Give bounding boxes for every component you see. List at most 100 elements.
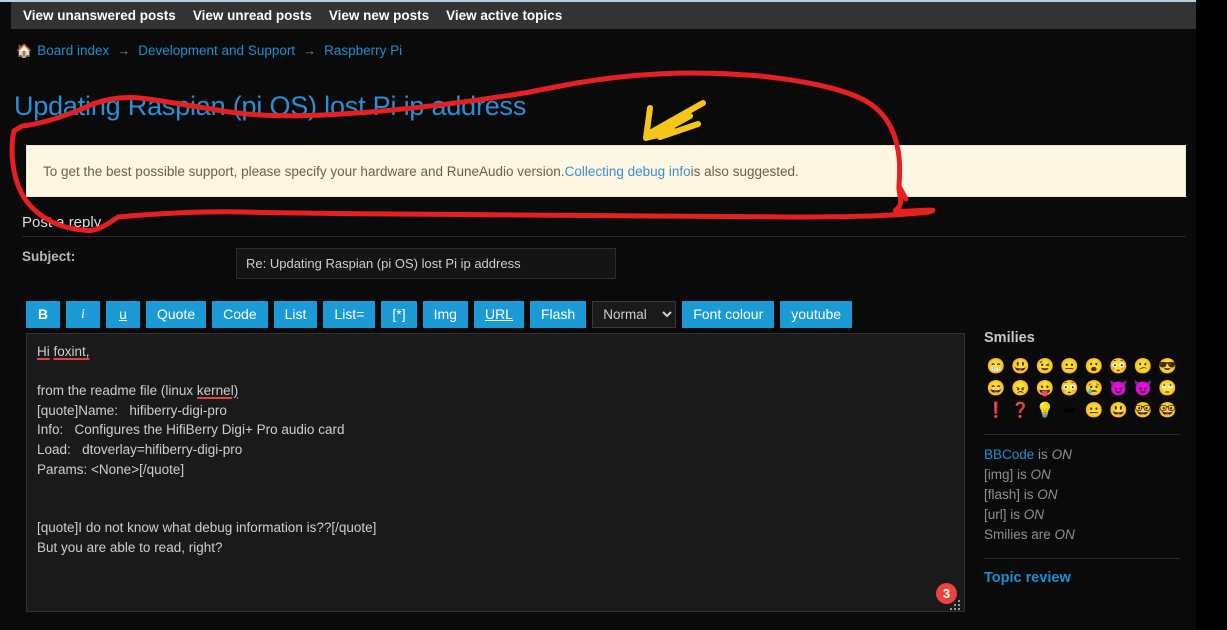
- smilie-razz-icon[interactable]: 😛: [1033, 377, 1058, 399]
- bbcode-status-name[interactable]: BBCode: [984, 447, 1034, 462]
- breadcrumb-separator-1: →: [117, 43, 131, 58]
- bbcode-status-row: Smilies are ON: [984, 525, 1188, 545]
- smilies-title: Smilies: [984, 330, 1035, 346]
- font-size-select[interactable]: TinySmallNormalLargeHuge: [592, 301, 677, 328]
- nav-link-view-active-topics[interactable]: View active topics: [446, 8, 562, 23]
- smilie-rolling-eyes-icon[interactable]: 🙄: [1156, 377, 1181, 399]
- breadcrumb-item-board-index[interactable]: Board index: [37, 43, 109, 58]
- sidebar-divider-1: [984, 434, 1180, 435]
- code-button[interactable]: Code: [212, 301, 268, 328]
- forum-page: View unanswered posts View unread posts …: [0, 0, 1196, 630]
- smilie-exclamation-icon[interactable]: ❗: [984, 399, 1009, 421]
- smilie-twisted-evil-icon[interactable]: 😈: [1131, 377, 1156, 399]
- subject-input[interactable]: [236, 248, 616, 279]
- smilie-wink-icon[interactable]: 😉: [1033, 355, 1058, 377]
- collecting-debug-info-link[interactable]: Collecting debug info: [565, 164, 691, 179]
- notice-text-before: To get the best possible support, please…: [43, 163, 565, 179]
- message-line: [37, 362, 954, 382]
- message-line: [37, 499, 954, 519]
- message-line: Hi foxint,: [37, 344, 90, 359]
- bbcode-status-verb: are: [1027, 527, 1055, 542]
- nav-link-view-unread-posts[interactable]: View unread posts: [193, 8, 312, 23]
- breadcrumb-item-development-and-support[interactable]: Development and Support: [138, 43, 295, 58]
- sidebar-divider-2: [984, 558, 1180, 559]
- smilie-confused-icon[interactable]: 😕: [1131, 355, 1156, 377]
- bbcode-status-name: [flash]: [984, 487, 1021, 502]
- nav-link-view-unanswered-posts[interactable]: View unanswered posts: [23, 8, 176, 23]
- smilie-cool-icon[interactable]: 😎: [1156, 355, 1181, 377]
- message-line: But you are able to read, right?: [37, 539, 223, 555]
- image-button[interactable]: Img: [422, 301, 468, 328]
- smilie-ugeek-icon[interactable]: 🤓: [1156, 399, 1181, 421]
- bold-button[interactable]: B: [26, 301, 60, 328]
- quote-button[interactable]: Quote: [146, 301, 207, 328]
- support-notice: To get the best possible support, please…: [26, 145, 1186, 197]
- breadcrumb-separator-2: →: [303, 43, 317, 58]
- smilie-laugh-icon[interactable]: 😁: [984, 355, 1009, 377]
- message-line: [quote]I do not know what debug informat…: [37, 520, 377, 536]
- smilie-very-happy-icon[interactable]: 😄: [984, 377, 1009, 399]
- smilie-crying-icon[interactable]: 😢: [1082, 377, 1107, 399]
- list-button[interactable]: List: [273, 301, 318, 328]
- bbcode-status-value: ON: [1054, 527, 1075, 542]
- bbcode-toolbar: B i u Quote Code List List= [*] Img URL …: [26, 301, 853, 328]
- notice-text-after: is also suggested.: [690, 163, 799, 179]
- bbcode-status-list: BBCode is ON [img] is ON [flash] is ON [url…: [984, 445, 1188, 545]
- breadcrumb-item-raspberry-pi[interactable]: Raspberry Pi: [324, 43, 402, 58]
- nav-link-view-new-posts[interactable]: View new posts: [329, 8, 429, 23]
- message-line: [37, 479, 954, 499]
- bbcode-status-name: [img]: [984, 467, 1014, 482]
- italic-button[interactable]: i: [66, 301, 100, 328]
- screenshot-root: View unanswered posts View unread posts …: [0, 0, 1227, 630]
- smilie-question-icon[interactable]: ❓: [1009, 399, 1034, 421]
- top-navigation-bar: View unanswered posts View unread posts …: [11, 2, 1196, 29]
- smilie-embarrassed-icon[interactable]: 😳: [1058, 377, 1083, 399]
- post-a-reply-heading: Post a reply: [22, 214, 1186, 237]
- flash-button[interactable]: Flash: [529, 301, 587, 328]
- message-line: [quote]Name: hifiberry-digi-pro: [37, 402, 227, 418]
- message-line: Params: <None>[/quote]: [37, 461, 185, 477]
- smilie-evil-icon[interactable]: 😈: [1107, 377, 1132, 399]
- font-colour-button[interactable]: Font colour: [682, 301, 775, 328]
- bbcode-status-verb: is: [1034, 447, 1052, 462]
- message-line: Info: Configures the HifiBerry Digi+ Pro…: [37, 422, 345, 438]
- page-title: Updating Raspian (pi OS) lost Pi ip addr…: [14, 91, 527, 121]
- bbcode-status-name: Smilies: [984, 527, 1028, 542]
- smilie-idea-icon[interactable]: 💡: [1033, 399, 1058, 421]
- smilies-grid: 😁 😃 😉 😐 😮 😳 😕 😎 😄 😠 😛 😳 😢 😈 😈 🙄 ❗ ❓ 💡 ➡ 😐 😃 🤓 🤓: [984, 355, 1180, 421]
- bbcode-status-verb: is: [1020, 487, 1038, 502]
- bbcode-status-value: ON: [1023, 507, 1045, 522]
- subject-label: Subject:: [22, 249, 76, 264]
- breadcrumb: 🏠 Board index → Development and Support …: [16, 43, 402, 58]
- ordered-list-button[interactable]: List=: [323, 301, 376, 328]
- bbcode-status-value: ON: [1037, 487, 1058, 502]
- list-item-button[interactable]: [*]: [381, 301, 417, 328]
- bbcode-status-name: [url]: [984, 507, 1007, 522]
- bbcode-status-row: [flash] is ON: [984, 485, 1188, 505]
- bbcode-status-value: ON: [1051, 447, 1072, 462]
- bbcode-status-row: [url] is ON: [984, 505, 1188, 525]
- underline-button[interactable]: u: [106, 301, 140, 328]
- bbcode-status-row: [img] is ON: [984, 465, 1188, 485]
- notification-badge: 3: [936, 583, 957, 604]
- url-button[interactable]: URL: [473, 301, 524, 328]
- message-line: from the readme file (linux kernel): [37, 383, 239, 399]
- youtube-button[interactable]: youtube: [780, 301, 853, 328]
- smilie-neutral-2-icon[interactable]: 😐: [1082, 399, 1107, 421]
- sidebar-panel: Smilies 😁 😃 😉 😐 😮 😳 😕 😎 😄 😠 😛 😳 😢 😈 😈 🙄 ❗ ❓ 💡 ➡ 😐 😃 🤓 🤓 BBCode …: [984, 330, 1188, 587]
- smilie-surprised-icon[interactable]: 😮: [1082, 355, 1107, 377]
- bbcode-status-row: BBCode is ON: [984, 445, 1188, 465]
- smilie-grin-icon[interactable]: 😃: [1009, 355, 1034, 377]
- bbcode-status-verb: is: [1013, 467, 1031, 482]
- message-textarea[interactable]: Hi foxint, from the readme file (linux k…: [26, 333, 965, 612]
- smilie-mr-green-icon[interactable]: 😃: [1107, 399, 1132, 421]
- bbcode-status-value: ON: [1030, 467, 1051, 482]
- smilie-geek-icon[interactable]: 🤓: [1131, 399, 1156, 421]
- topic-review-link[interactable]: Topic review: [984, 570, 1071, 586]
- smilie-shocked-icon[interactable]: 😳: [1107, 355, 1132, 377]
- home-icon: 🏠: [16, 43, 33, 58]
- message-line: Load: dtoverlay=hifiberry-digi-pro: [37, 441, 243, 457]
- smilie-arrow-icon[interactable]: ➡: [1058, 399, 1083, 421]
- smilie-mad-icon[interactable]: 😠: [1009, 377, 1034, 399]
- smilie-neutral-icon[interactable]: 😐: [1058, 355, 1083, 377]
